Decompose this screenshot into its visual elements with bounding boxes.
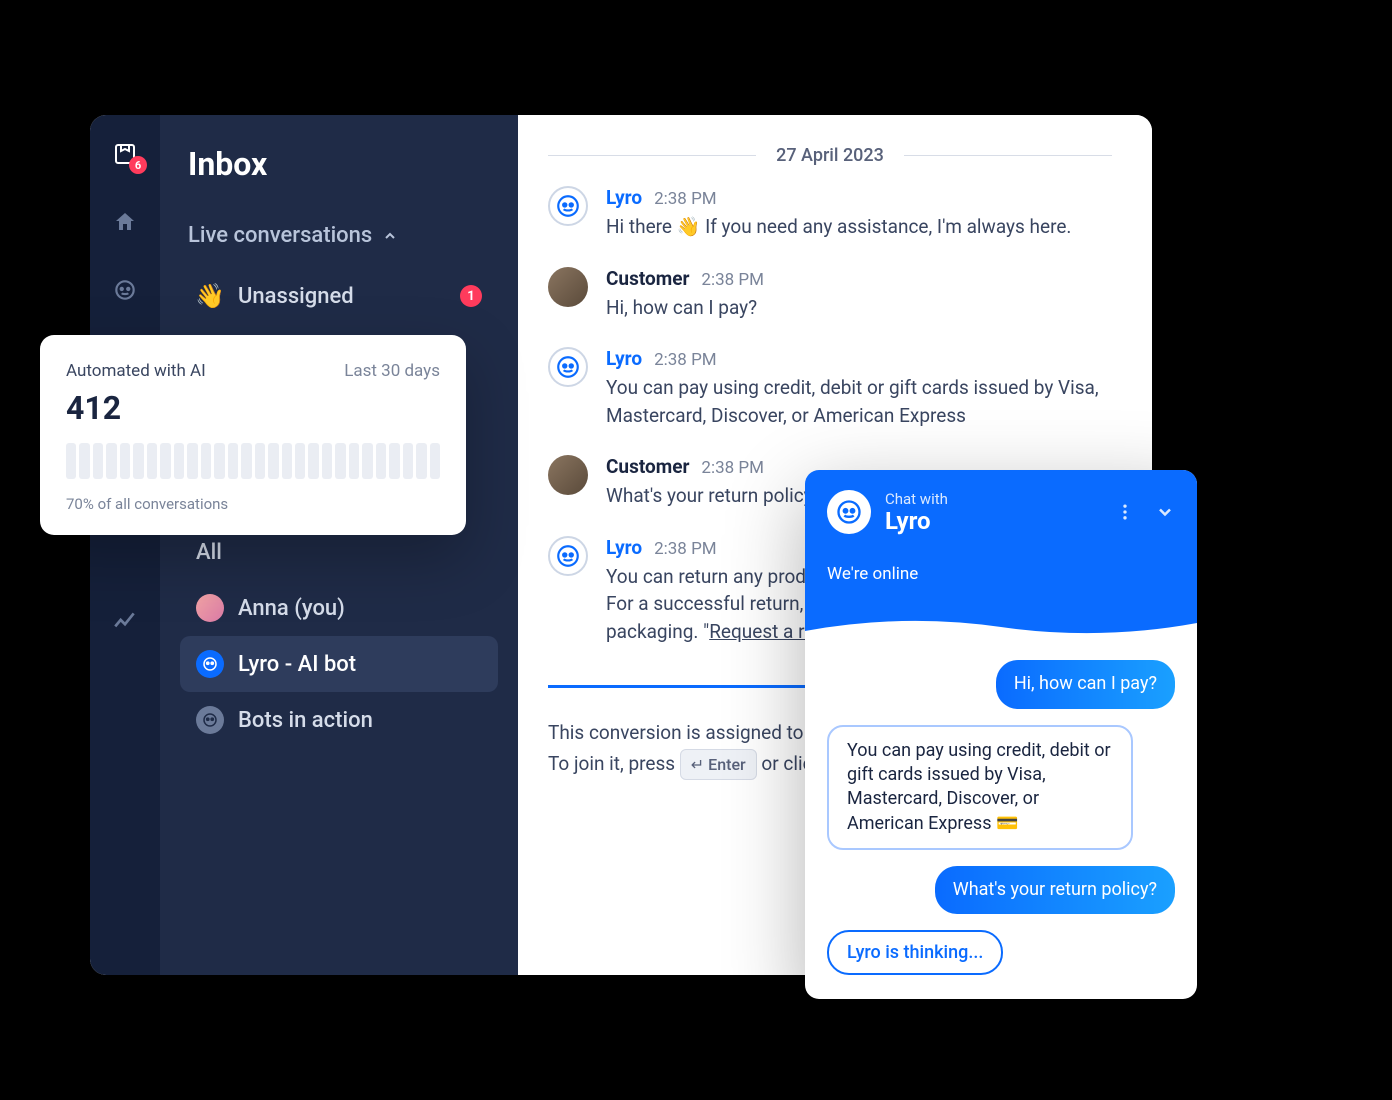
- metrics-period: Last 30 days: [344, 361, 440, 381]
- sidebar-item-anna[interactable]: Anna (you): [180, 580, 498, 636]
- metrics-bar: [106, 443, 116, 479]
- user-bubble: What's your return policy?: [935, 866, 1175, 914]
- metrics-bar: [174, 443, 184, 479]
- bot-avatar: [548, 347, 588, 387]
- metrics-bar: [201, 443, 211, 479]
- message-sender: Lyro: [606, 186, 642, 209]
- chevron-down-icon[interactable]: [1155, 502, 1175, 522]
- message-sender: Customer: [606, 267, 689, 290]
- metrics-bar: [403, 443, 413, 479]
- icon-sidebar: 6: [90, 115, 160, 975]
- metrics-bar: [430, 443, 440, 479]
- message-sender: Customer: [606, 455, 689, 478]
- unassigned-count: 1: [460, 285, 482, 307]
- metrics-bar: [416, 443, 426, 479]
- bot-avatar: [827, 490, 871, 534]
- sidebar-title: Inbox: [188, 145, 498, 183]
- metrics-bar: [335, 443, 345, 479]
- more-icon[interactable]: [1115, 502, 1135, 522]
- metrics-bar: [187, 443, 197, 479]
- message-time: 2:38 PM: [654, 350, 717, 370]
- metrics-bar: [79, 443, 89, 479]
- message-sender: Lyro: [606, 347, 642, 370]
- message-time: 2:38 PM: [654, 539, 717, 559]
- sidebar-item-label: Lyro - AI bot: [238, 652, 356, 677]
- chat-header: Chat with Lyro We're online: [805, 470, 1197, 640]
- chevron-up-icon: [382, 228, 398, 244]
- metrics-bar: [295, 443, 305, 479]
- metrics-bar: [255, 443, 265, 479]
- customer-avatar: [548, 455, 588, 495]
- message: Customer 2:38 PM Hi, how can I pay?: [548, 267, 1112, 322]
- metrics-bar: [282, 443, 292, 479]
- metrics-bar: [228, 443, 238, 479]
- metrics-value: 412: [66, 389, 440, 427]
- customer-avatar: [548, 267, 588, 307]
- wave-icon: 👋: [196, 282, 224, 310]
- inbox-badge: 6: [129, 156, 147, 174]
- message-text: You can pay using credit, debit or gift …: [606, 374, 1112, 429]
- sidebar-item-bots-action[interactable]: Bots in action: [180, 692, 498, 748]
- sidebar-item-lyro[interactable]: Lyro - AI bot: [180, 636, 498, 692]
- date-divider: 27 April 2023: [548, 145, 1112, 166]
- metrics-title: Automated with AI: [66, 361, 206, 381]
- bot-avatar: [548, 536, 588, 576]
- message: Lyro 2:38 PM You can pay using credit, deb…: [548, 347, 1112, 429]
- nav-analytics[interactable]: [111, 607, 139, 635]
- nav-home[interactable]: [111, 208, 139, 236]
- nav-inbox[interactable]: 6: [111, 140, 139, 168]
- user-bubble: Hi, how can I pay?: [996, 660, 1175, 708]
- metrics-bar: [349, 443, 359, 479]
- metrics-bar: [268, 443, 278, 479]
- metrics-bar: [376, 443, 386, 479]
- chat-body: Hi, how can I pay? You can pay using cred…: [805, 640, 1197, 999]
- metrics-bar: [362, 443, 372, 479]
- thinking-indicator: Lyro is thinking...: [827, 930, 1003, 975]
- metrics-bar: [133, 443, 143, 479]
- message-time: 2:38 PM: [701, 270, 764, 290]
- metrics-card: Automated with AI Last 30 days 412 70% o…: [40, 335, 466, 535]
- message-time: 2:38 PM: [701, 458, 764, 478]
- sidebar: Inbox Live conversations 👋 Unassigned 1 …: [160, 115, 518, 975]
- message-sender: Lyro: [606, 536, 642, 559]
- bot-icon: [196, 650, 224, 678]
- sidebar-item-label: Anna (you): [238, 596, 345, 621]
- avatar: [196, 594, 224, 622]
- metrics-bar: [322, 443, 332, 479]
- metrics-bars: [66, 443, 440, 479]
- metrics-bar: [147, 443, 157, 479]
- chat-subtitle: Chat with: [885, 490, 948, 508]
- conversation-date: 27 April 2023: [776, 145, 884, 166]
- chat-status: We're online: [827, 564, 1175, 584]
- chat-widget: Chat with Lyro We're online Hi, how can …: [805, 470, 1197, 999]
- bot-avatar: [548, 186, 588, 226]
- metrics-footer: 70% of all conversations: [66, 495, 440, 513]
- message: Lyro 2:38 PM Hi there 👋 If you need any as…: [548, 186, 1112, 241]
- enter-key: ↵ Enter: [680, 749, 757, 781]
- message-text: Hi there 👋 If you need any assistance, I…: [606, 213, 1112, 241]
- sidebar-item-label: All: [196, 540, 222, 565]
- chat-title: Lyro: [885, 508, 948, 534]
- metrics-bar: [241, 443, 251, 479]
- bot-bubble: You can pay using credit, debit or gift …: [827, 725, 1133, 850]
- metrics-bar: [93, 443, 103, 479]
- section-live-conversations[interactable]: Live conversations: [188, 223, 498, 248]
- sidebar-item-unassigned[interactable]: 👋 Unassigned 1: [180, 268, 498, 324]
- metrics-bar: [120, 443, 130, 479]
- message-time: 2:38 PM: [654, 189, 717, 209]
- nav-bot[interactable]: [111, 276, 139, 304]
- metrics-bar: [66, 443, 76, 479]
- metrics-bar: [389, 443, 399, 479]
- metrics-bar: [308, 443, 318, 479]
- wave-decoration: [805, 613, 1197, 641]
- bot-icon: [196, 706, 224, 734]
- sidebar-item-label: Bots in action: [238, 708, 373, 733]
- message-text: Hi, how can I pay?: [606, 294, 1112, 322]
- sidebar-item-label: Unassigned: [238, 284, 354, 309]
- metrics-bar: [160, 443, 170, 479]
- metrics-bar: [214, 443, 224, 479]
